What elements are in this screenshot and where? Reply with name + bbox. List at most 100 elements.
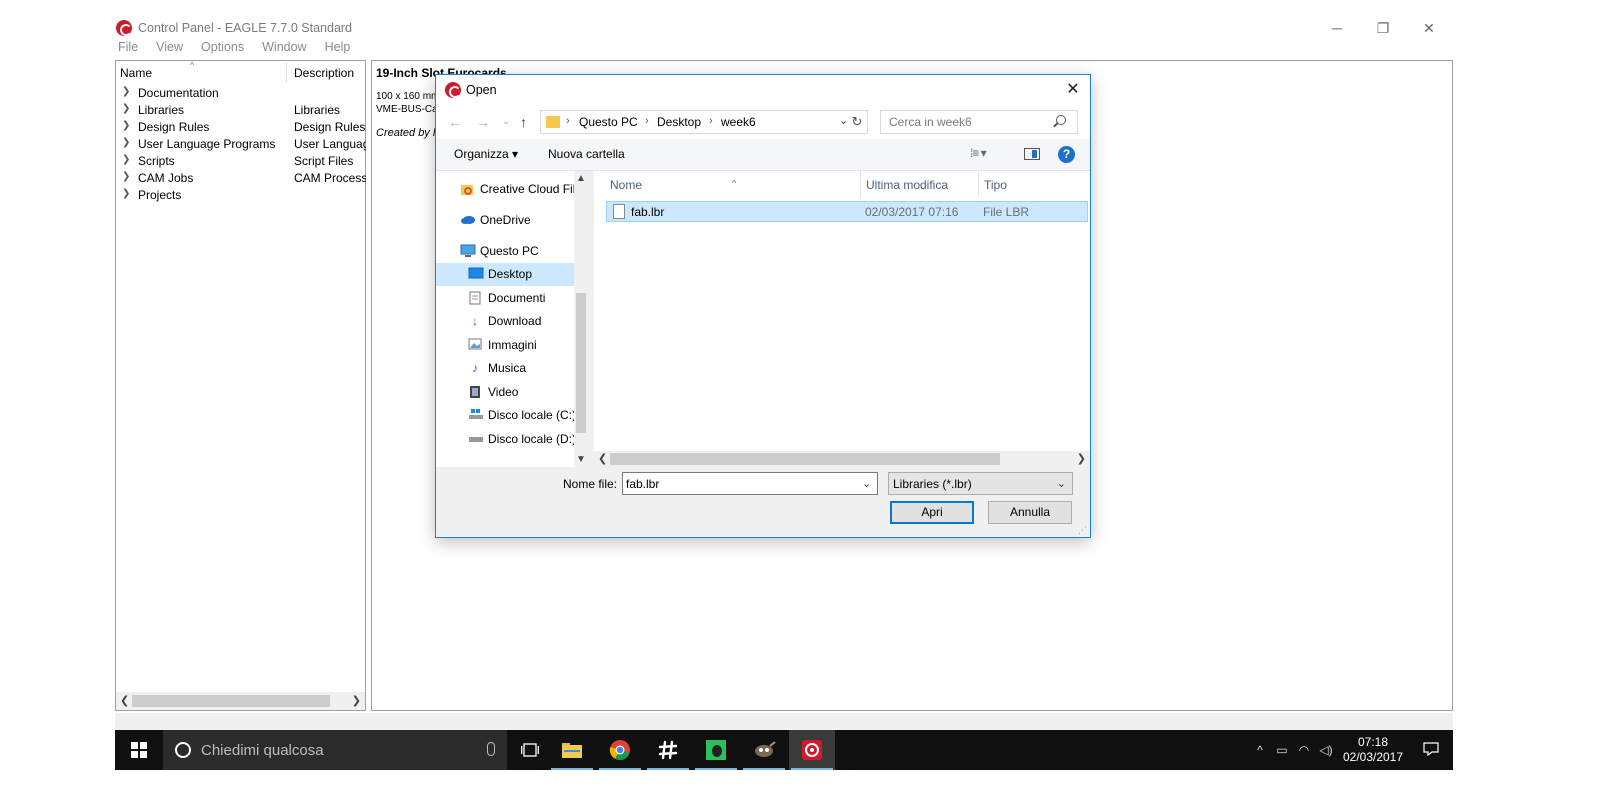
tree-item-label: Scripts: [138, 154, 175, 168]
nav-item-questo-pc[interactable]: Questo PC: [436, 240, 574, 263]
dialog-close-button[interactable]: ✕: [1062, 79, 1084, 101]
back-arrow-icon[interactable]: ←: [448, 114, 462, 130]
column-header-nome[interactable]: Nome ^: [594, 171, 860, 197]
restore-button[interactable]: ❐: [1360, 14, 1406, 42]
chevron-right-icon[interactable]: ❯: [122, 154, 130, 165]
scroll-thumb[interactable]: [576, 293, 586, 433]
nav-vertical-scrollbar[interactable]: ▲ ▼: [574, 171, 588, 467]
clock[interactable]: 07:18 02/03/2017: [1337, 735, 1409, 765]
scroll-left-icon[interactable]: ❮: [120, 694, 129, 707]
close-window-button[interactable]: ✕: [1406, 14, 1452, 42]
breadcrumb-questo-pc[interactable]: Questo PC: [579, 115, 638, 129]
organize-button[interactable]: Organizza ▾: [454, 147, 518, 161]
breadcrumb-separator-icon[interactable]: ›: [645, 115, 649, 127]
nav-item-onedrive[interactable]: OneDrive: [436, 209, 574, 232]
search-input[interactable]: [880, 110, 1078, 134]
file-explorer-button[interactable]: [549, 730, 595, 770]
breadcrumb-desktop[interactable]: Desktop: [657, 115, 701, 129]
nav-item-disco-d[interactable]: Disco locale (D:): [436, 428, 574, 451]
minimize-button[interactable]: ─: [1314, 14, 1360, 42]
scroll-thumb[interactable]: [132, 695, 330, 707]
nav-item-documenti[interactable]: Documenti: [436, 287, 574, 310]
start-button[interactable]: [115, 730, 163, 770]
search-icon[interactable]: [1056, 115, 1066, 125]
breadcrumb-separator-icon[interactable]: ›: [709, 115, 713, 127]
eagle-logo-icon: [445, 82, 461, 98]
new-folder-button[interactable]: Nuova cartella: [548, 147, 625, 161]
nav-item-label: Desktop: [488, 267, 533, 281]
tree-item-libraries[interactable]: ❯ Libraries Libraries: [116, 102, 365, 119]
cancel-button[interactable]: Annulla: [988, 501, 1072, 524]
scroll-right-icon[interactable]: ❯: [352, 694, 361, 707]
open-button[interactable]: Apri: [890, 501, 974, 524]
tree-item-cam-jobs[interactable]: ❯ CAM Jobs CAM Processo: [116, 170, 366, 187]
chevron-right-icon[interactable]: ❯: [122, 171, 130, 182]
tree-item-design-rules[interactable]: ❯ Design Rules Design Rules: [116, 119, 365, 136]
tree-item-ulp[interactable]: ❯ User Language Programs User Languag: [116, 136, 366, 153]
menu-options[interactable]: Options: [199, 40, 246, 58]
task-view-button[interactable]: [507, 730, 553, 770]
scroll-thumb[interactable]: [610, 453, 1000, 465]
help-icon[interactable]: ?: [1058, 146, 1075, 163]
chrome-button[interactable]: [597, 730, 643, 770]
chevron-right-icon[interactable]: ❯: [122, 137, 130, 148]
nav-item-musica[interactable]: ♪ Musica: [436, 357, 574, 380]
column-description-header[interactable]: Description: [294, 66, 354, 80]
breadcrumb-separator-icon[interactable]: ›: [566, 115, 570, 127]
gimp-button[interactable]: [741, 730, 787, 770]
menu-help[interactable]: Help: [323, 40, 353, 58]
evernote-button[interactable]: [693, 730, 739, 770]
change-view-icon[interactable]: ⁞≡ ▾: [970, 146, 987, 160]
column-separator[interactable]: [286, 63, 287, 83]
file-horizontal-scrollbar[interactable]: ❮ ❯: [594, 451, 1090, 467]
column-header-tipo[interactable]: Tipo: [978, 171, 1090, 197]
nav-item-video[interactable]: Video: [436, 381, 574, 404]
column-header-ultima-modifica[interactable]: Ultima modifica: [860, 171, 978, 197]
chevron-right-icon[interactable]: ❯: [122, 103, 130, 114]
action-center-icon[interactable]: [1409, 741, 1453, 759]
scroll-left-icon[interactable]: ❮: [598, 452, 607, 465]
chevron-up-icon[interactable]: ^: [1249, 743, 1271, 757]
breadcrumb-week6[interactable]: week6: [721, 115, 756, 129]
resize-grip-icon[interactable]: ⋰: [1078, 525, 1087, 536]
nav-item-immagini[interactable]: Immagini: [436, 334, 574, 357]
up-arrow-icon[interactable]: ↑: [520, 114, 527, 130]
nav-item-download[interactable]: ↓ Download: [436, 310, 574, 333]
recent-chevron-icon[interactable]: ⌄: [502, 116, 510, 127]
desktop-icon: [468, 267, 484, 281]
menu-window[interactable]: Window: [260, 40, 308, 58]
file-row[interactable]: fab.lbr 02/03/2017 07:16 File LBR: [606, 201, 1088, 222]
refresh-icon[interactable]: ↻: [846, 110, 868, 134]
scroll-down-icon[interactable]: ▼: [576, 454, 586, 465]
slack-button[interactable]: [645, 730, 691, 770]
wifi-icon[interactable]: ◠: [1293, 743, 1315, 757]
scroll-right-icon[interactable]: ❯: [1077, 452, 1086, 465]
menu-view[interactable]: View: [154, 40, 185, 58]
column-name-header[interactable]: Name: [120, 66, 152, 80]
battery-icon[interactable]: ▭: [1271, 743, 1293, 757]
scroll-up-icon[interactable]: ▲: [576, 173, 586, 184]
microphone-icon[interactable]: [487, 742, 495, 756]
chevron-right-icon[interactable]: ❯: [122, 86, 130, 97]
filename-dropdown-icon[interactable]: ⌄: [862, 477, 871, 490]
chevron-right-icon[interactable]: ❯: [122, 188, 130, 199]
tree-horizontal-scrollbar[interactable]: ❮ ❯: [116, 692, 365, 710]
chevron-right-icon[interactable]: ❯: [122, 120, 130, 131]
forward-arrow-icon[interactable]: →: [476, 114, 490, 130]
menu-file[interactable]: File: [116, 40, 140, 58]
filename-input[interactable]: [622, 472, 878, 495]
tree-item-documentation[interactable]: ❯ Documentation: [116, 85, 365, 102]
nav-item-creative-cloud[interactable]: Creative Cloud Fil: [436, 178, 574, 201]
nav-item-label: Documenti: [488, 291, 546, 305]
nav-item-disco-c[interactable]: Disco locale (C:): [436, 404, 574, 427]
taskbar-search[interactable]: Chiedimi qualcosa: [163, 730, 507, 770]
tree-item-label: Documentation: [138, 86, 219, 100]
volume-icon[interactable]: ◁): [1315, 743, 1337, 757]
address-bar[interactable]: › Questo PC › Desktop › week6 ⌄: [540, 110, 868, 134]
eagle-taskbar-button[interactable]: [789, 730, 835, 770]
preview-pane-icon[interactable]: [1024, 148, 1040, 160]
filetype-select[interactable]: Libraries (*.lbr) ⌄: [888, 472, 1073, 495]
tree-item-projects[interactable]: ❯ Projects: [116, 187, 365, 204]
nav-item-desktop[interactable]: Desktop: [436, 263, 574, 286]
tree-item-scripts[interactable]: ❯ Scripts Script Files: [116, 153, 365, 170]
